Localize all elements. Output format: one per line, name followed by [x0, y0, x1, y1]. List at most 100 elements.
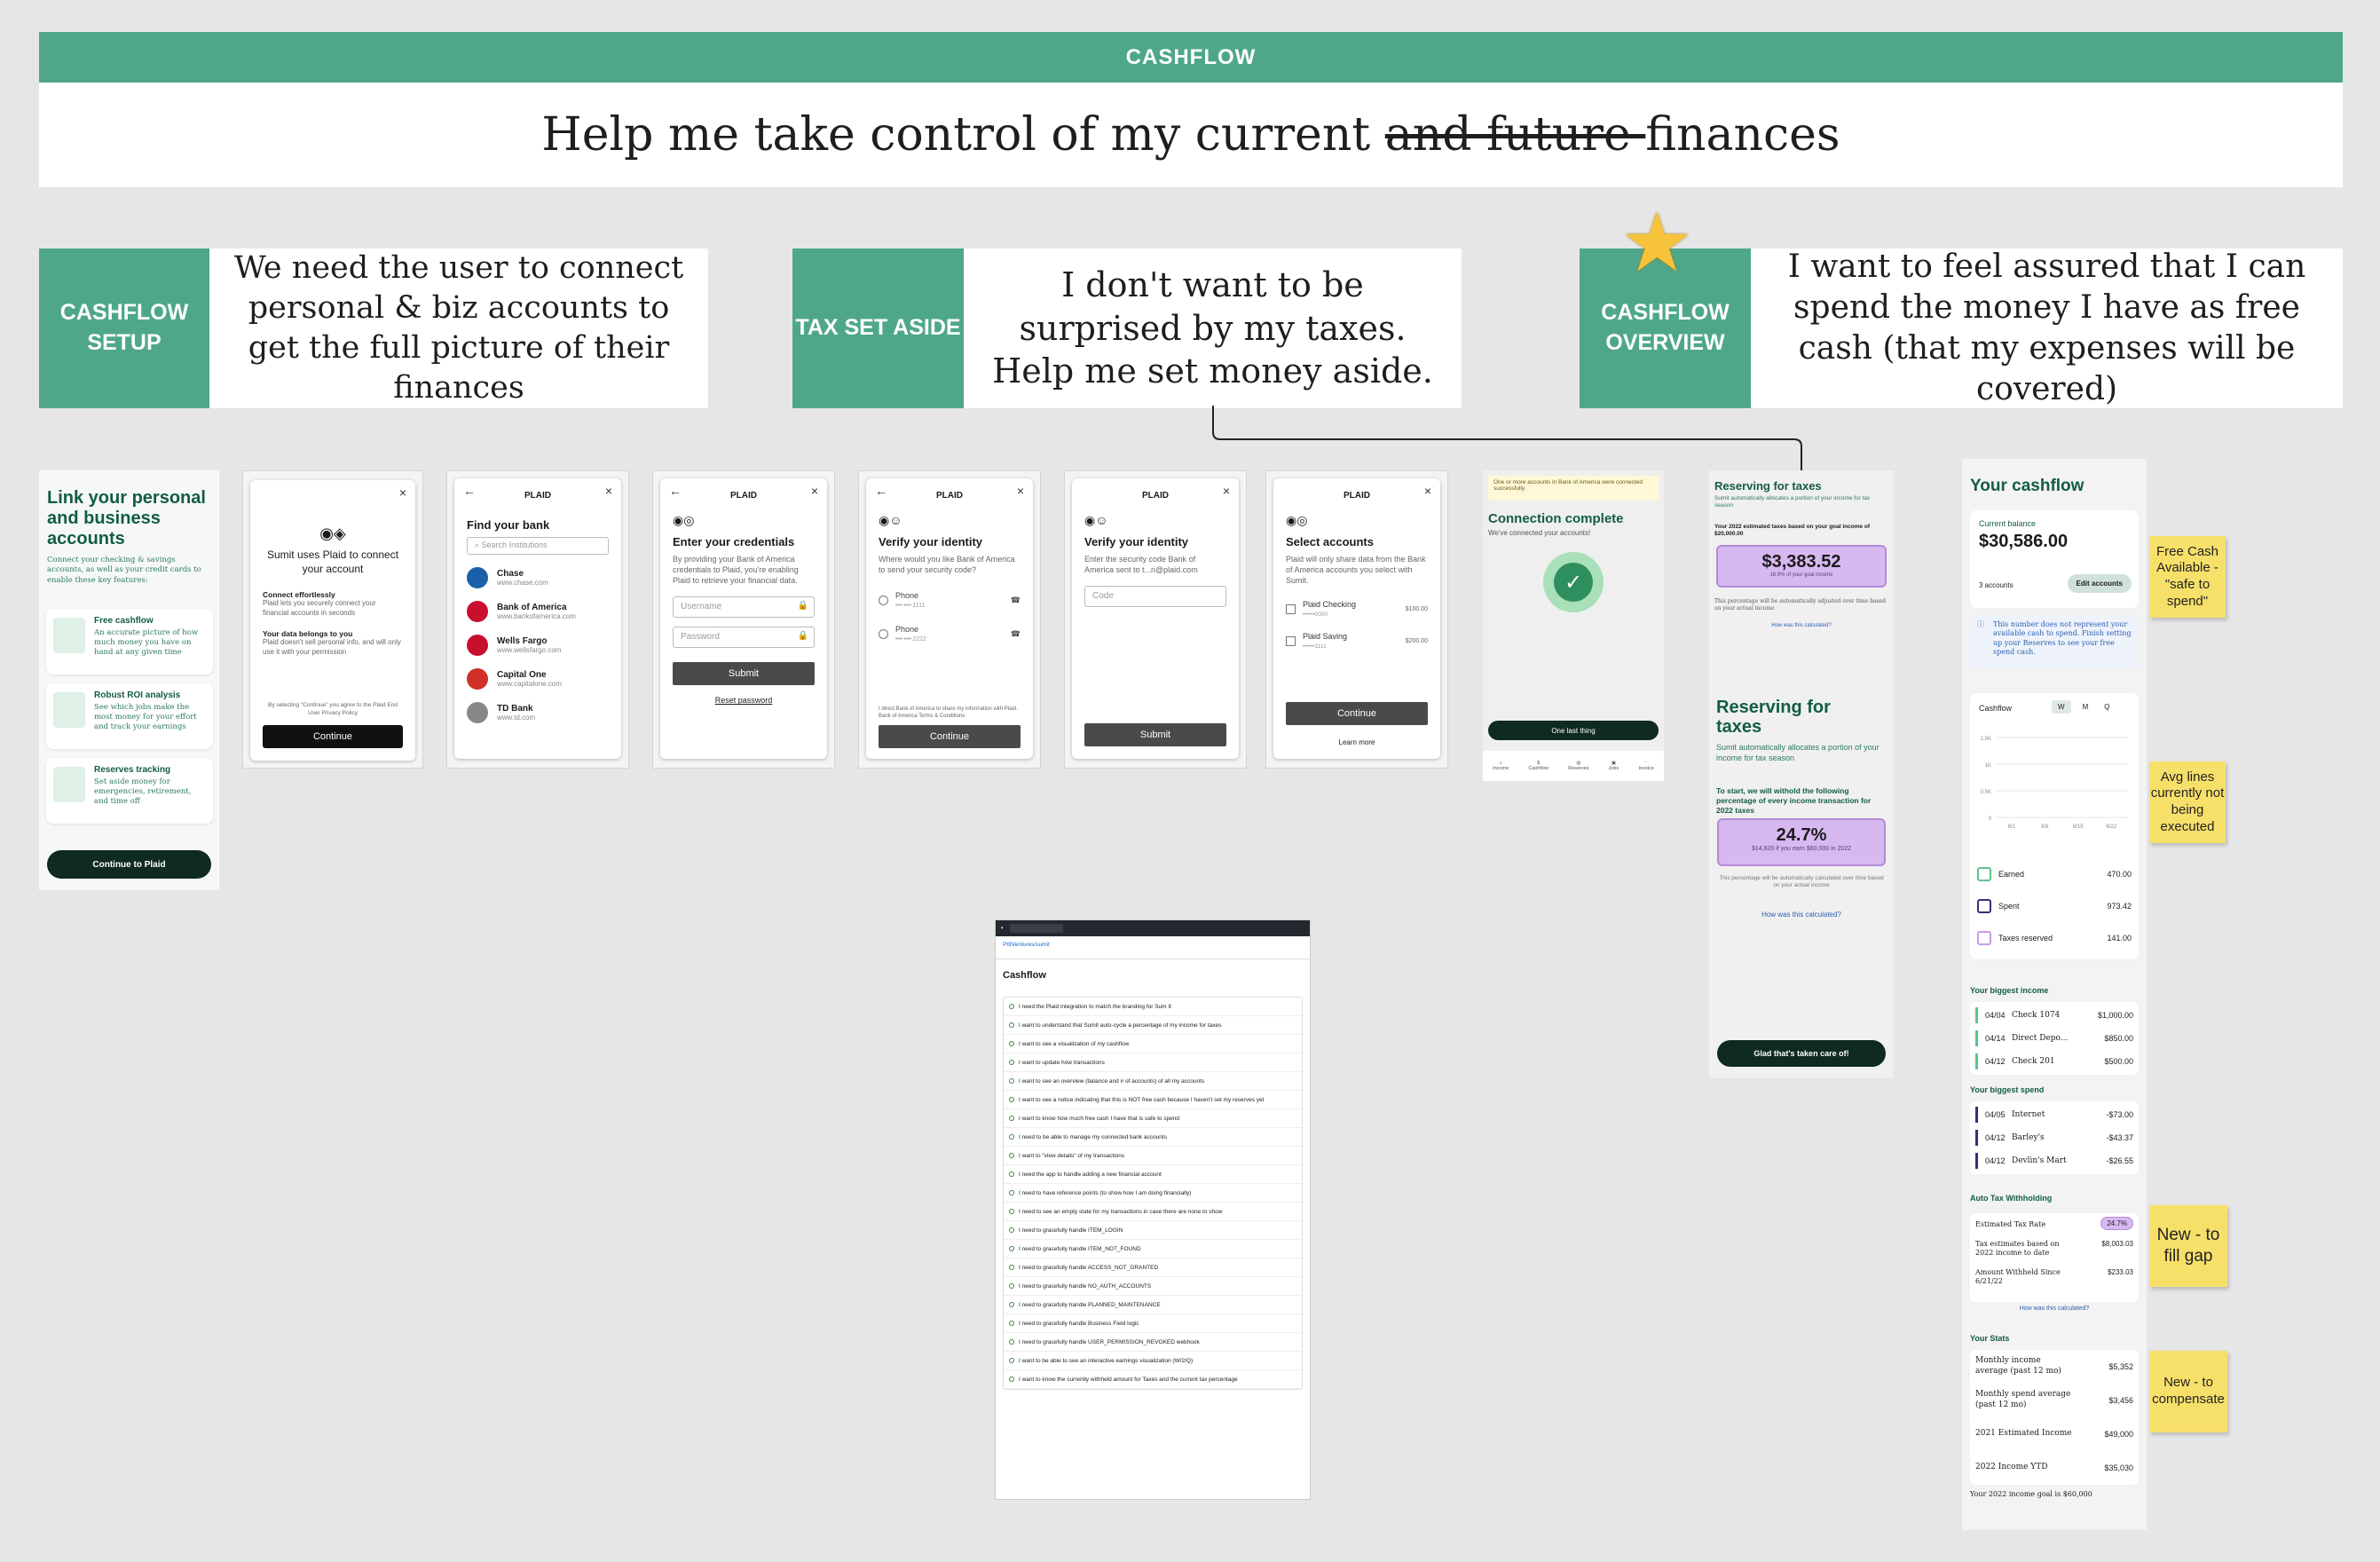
- credentials-screen: ← × PLAID ◉◎ Enter your credentials By pr…: [652, 470, 835, 769]
- issue-row[interactable]: I need to be able to manage my connected…: [1004, 1128, 1302, 1147]
- transaction-row[interactable]: 04/05 Internet -$73.00: [1970, 1103, 2139, 1126]
- legend-row: Earned 470.00: [1977, 858, 2132, 890]
- tax-est-value: $8,003.03: [2101, 1240, 2133, 1248]
- continue-button[interactable]: Continue: [879, 725, 1021, 748]
- issue-row[interactable]: I want to see an overview (balance and #…: [1004, 1072, 1302, 1091]
- close-icon[interactable]: ×: [1223, 484, 1230, 498]
- issue-row[interactable]: I need to gracefully handle ITEM_NOT_FOU…: [1004, 1240, 1302, 1258]
- github-project-screen: ◐ Pt9Ventures/sumit Cashflow I need the …: [995, 919, 1311, 1500]
- submit-button[interactable]: Submit: [1084, 723, 1226, 746]
- issue-title: I need to gracefully handle ITEM_NOT_FOU…: [1019, 1245, 1141, 1252]
- account-checkbox-saving[interactable]: Plaid Saving ••••••1111 $200.00: [1286, 632, 1428, 650]
- close-icon[interactable]: ×: [605, 484, 612, 498]
- find-bank-screen: ← × PLAID Find your bank ⌕ Search Institu…: [446, 470, 629, 769]
- tax-withholding-card: Estimated Tax Rate 24.7% Tax estimates b…: [1970, 1213, 2139, 1302]
- issue-row[interactable]: I want to understand that Sumit auto-cyc…: [1004, 1016, 1302, 1035]
- one-last-thing-button[interactable]: One last thing: [1488, 721, 1659, 740]
- bank-option[interactable]: TD Bank www.td.com: [467, 702, 609, 723]
- github-repo[interactable]: Pt9Ventures/sumit: [996, 936, 1310, 953]
- story-text-tax: I don't want to be surprised by my taxes…: [964, 248, 1462, 408]
- y-tick-label: 0.5K: [1981, 790, 1991, 795]
- glad-taken-care-button[interactable]: Glad that's taken care of!: [1717, 1040, 1886, 1067]
- bank-name: Chase: [497, 569, 524, 579]
- tax2-note: This percentage will be automatically ca…: [1719, 875, 1884, 889]
- phone-option-2[interactable]: Phone •••-•••-2222 ☎: [879, 625, 1021, 643]
- close-icon[interactable]: ×: [1424, 484, 1431, 498]
- account-checkbox-checking[interactable]: Plaid Checking ••••••0000 $100.00: [1286, 600, 1428, 618]
- issue-row[interactable]: I want to see a notice indicating that t…: [1004, 1091, 1302, 1109]
- option-sub: •••-•••-2222: [895, 636, 926, 643]
- lock-icon: 🔒: [797, 631, 808, 642]
- tax-reserve-screen: Reserving for taxes Sumit automatically …: [1709, 470, 1894, 1078]
- back-arrow-icon[interactable]: ←: [669, 484, 682, 498]
- tax1-link[interactable]: How was this calculated?: [1709, 623, 1894, 628]
- issue-row[interactable]: I need to gracefully handle ITEM_LOGIN: [1004, 1221, 1302, 1240]
- edit-accounts-button[interactable]: Edit accounts: [2067, 574, 2132, 593]
- transaction-row[interactable]: 04/12 Check 201 $500.00: [1970, 1050, 2139, 1073]
- bank-option[interactable]: Wells Fargo www.wellsfargo.com: [467, 635, 609, 656]
- nav-invoice[interactable]: ⋯ Invoice: [1638, 761, 1653, 771]
- nav-cashflow[interactable]: $ Cashflow: [1528, 761, 1549, 771]
- continue-button[interactable]: Continue: [263, 725, 403, 748]
- issue-row[interactable]: I want to "view details" of my transacti…: [1004, 1147, 1302, 1165]
- issue-row[interactable]: I need the app to handle adding a new fi…: [1004, 1165, 1302, 1184]
- period-w[interactable]: W: [2052, 700, 2071, 714]
- tax2-link[interactable]: How was this calculated?: [1709, 911, 1894, 919]
- transaction-date: 04/04: [1985, 1011, 2006, 1020]
- continue-button[interactable]: Continue: [1286, 702, 1428, 725]
- submit-button[interactable]: Submit: [673, 662, 815, 686]
- transaction-row[interactable]: 04/12 Barley's -$43.37: [1970, 1126, 2139, 1149]
- nav-income[interactable]: ⌂ Income: [1493, 761, 1509, 771]
- close-icon[interactable]: ×: [399, 485, 406, 500]
- plaid-logo: PLAID: [524, 491, 551, 501]
- password-input[interactable]: Password 🔒: [673, 627, 815, 649]
- bank-option[interactable]: Bank of America www.bankofamerica.com: [467, 601, 609, 622]
- username-input[interactable]: Username 🔒: [673, 596, 815, 619]
- learn-more-link[interactable]: Learn more: [1273, 738, 1440, 746]
- bank-text: Chase www.chase.com: [497, 569, 548, 587]
- issue-row[interactable]: I need to gracefully handle NO_AUTH_ACCO…: [1004, 1277, 1302, 1296]
- issue-row[interactable]: I want to update how transactions: [1004, 1053, 1302, 1072]
- issue-row[interactable]: I need the Plaid integration to match th…: [1004, 998, 1302, 1016]
- issue-row[interactable]: I need to gracefully handle ACCESS_NOT_G…: [1004, 1258, 1302, 1277]
- y-tick-label: 1.5K: [1981, 737, 1991, 742]
- github-search[interactable]: [1009, 924, 1063, 933]
- chart-label: Cashflow: [1979, 704, 2013, 713]
- tax1-amount: $3,383.52: [1761, 552, 1841, 572]
- issue-row[interactable]: I need to gracefully handle PLANNED_MAIN…: [1004, 1296, 1302, 1314]
- issue-row[interactable]: I want to be able to see an interactive …: [1004, 1352, 1302, 1370]
- back-arrow-icon[interactable]: ←: [463, 484, 476, 498]
- bank-text: TD Bank www.td.com: [497, 704, 535, 722]
- connection-title: Connection complete: [1488, 511, 1624, 526]
- bank-option[interactable]: Capital One www.capitalone.com: [467, 668, 609, 690]
- issue-row[interactable]: I need to have reference points (to show…: [1004, 1184, 1302, 1203]
- issue-open-icon: [1009, 1283, 1014, 1289]
- issue-row[interactable]: I want to know the currently withheld am…: [1004, 1370, 1302, 1389]
- issue-row[interactable]: I want to see a visualization of my cash…: [1004, 1035, 1302, 1053]
- reset-password-link[interactable]: Reset password: [673, 696, 815, 705]
- board-banner: CASHFLOW: [39, 32, 2343, 83]
- bank-option[interactable]: Chase www.chase.com: [467, 567, 609, 588]
- transaction-row[interactable]: 04/04 Check 1074 $1,000.00: [1970, 1004, 2139, 1027]
- nav-reserves[interactable]: ◍ Reserves: [1568, 761, 1588, 771]
- issue-row[interactable]: I need to gracefully handle USER_PERMISS…: [1004, 1333, 1302, 1352]
- period-q[interactable]: Q: [2100, 700, 2114, 714]
- close-icon[interactable]: ×: [1017, 484, 1024, 498]
- plaid-logo: PLAID: [730, 491, 757, 501]
- back-arrow-icon[interactable]: ←: [875, 484, 887, 498]
- issue-row[interactable]: I want to know how much free cash I have…: [1004, 1109, 1302, 1128]
- code-input[interactable]: Code: [1084, 586, 1226, 608]
- close-icon[interactable]: ×: [811, 484, 818, 498]
- tax-calc-link[interactable]: How was this calculated?: [1962, 1306, 2147, 1312]
- transaction-row[interactable]: 04/14 Direct Depo... $850.00: [1970, 1027, 2139, 1050]
- period-m[interactable]: M: [2078, 700, 2093, 714]
- nav-jobs[interactable]: ▣ Jobs: [1609, 761, 1620, 771]
- phone-option-1[interactable]: Phone •••-•••-1111 ☎: [879, 591, 1021, 609]
- issue-row[interactable]: I need to gracefully handle Business Fie…: [1004, 1314, 1302, 1333]
- tax2-lead: To start, we will withold the following …: [1716, 786, 1872, 816]
- p2-title: Your data belongs to you: [263, 628, 353, 638]
- bank-search-input[interactable]: ⌕ Search Institutions: [467, 537, 609, 555]
- issue-row[interactable]: I need to see an empty state for my tran…: [1004, 1203, 1302, 1221]
- transaction-row[interactable]: 04/12 Devlin's Mart -$26.55: [1970, 1149, 2139, 1172]
- continue-to-plaid-button[interactable]: Continue to Plaid: [47, 850, 211, 879]
